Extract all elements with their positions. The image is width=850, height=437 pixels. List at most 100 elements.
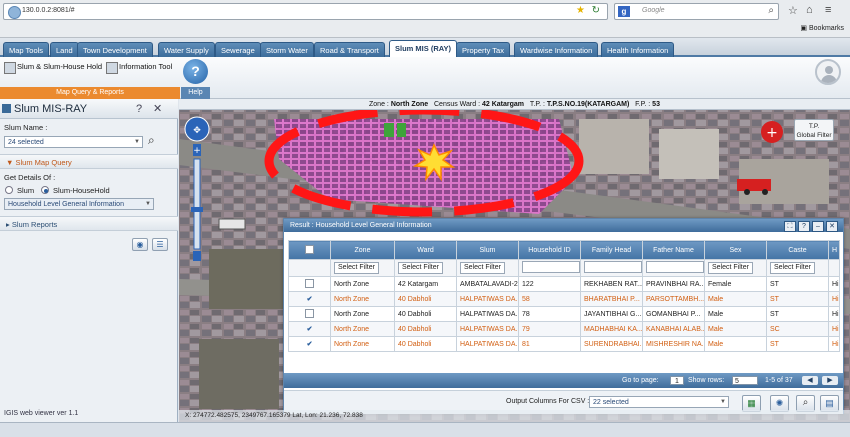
close-icon[interactable]: ✕: [153, 99, 162, 119]
search-icon[interactable]: ⌕: [148, 133, 155, 148]
select-filter-button[interactable]: Select Filter: [708, 262, 753, 274]
filter-input[interactable]: [584, 261, 642, 273]
select-filter-button[interactable]: Select Filter: [334, 262, 379, 274]
info-level-select[interactable]: Household Level General Information ▼: [4, 198, 154, 210]
next-page-button[interactable]: ▶: [822, 376, 838, 385]
radio-slum[interactable]: [5, 186, 13, 194]
row-checkbox[interactable]: [305, 278, 314, 288]
row-check-icon[interactable]: ✔: [307, 341, 313, 348]
slum-map-query-section[interactable]: ▼ Slum Map Query: [0, 154, 178, 169]
csv-columns-select[interactable]: 22 selected ▼: [589, 396, 729, 408]
select-filter-button[interactable]: Select Filter: [398, 262, 443, 274]
table-view-button[interactable]: ☰: [152, 238, 168, 251]
chevron-down-icon: ▼: [134, 139, 140, 145]
tab-land[interactable]: Land: [50, 42, 79, 58]
search-icon[interactable]: ⌕: [768, 5, 774, 16]
help-button[interactable]: ?: [183, 59, 208, 84]
zoom-slider-handle[interactable]: [191, 207, 203, 212]
column-header[interactable]: Slum: [456, 240, 519, 260]
star-list-icon[interactable]: ☆: [788, 4, 798, 17]
column-header[interactable]: Household ID: [518, 240, 581, 260]
map-query-button[interactable]: ◉: [132, 238, 148, 251]
select-all-cell[interactable]: [288, 240, 331, 260]
tab-map-tools[interactable]: Map Tools: [3, 42, 50, 58]
filter-input[interactable]: [646, 261, 704, 273]
footer-bar: [0, 422, 850, 437]
row-checkbox-cell[interactable]: [288, 276, 331, 292]
column-header[interactable]: Father Name: [642, 240, 705, 260]
tab-road-transport[interactable]: Road & Transport: [314, 42, 385, 58]
row-check-icon[interactable]: ✔: [307, 326, 313, 333]
cell-family-head: REKHABEN RAT...: [580, 276, 643, 292]
filter-input[interactable]: [522, 261, 580, 273]
table-row[interactable]: North Zone 42 Katargam AMBATALAVADI-2 12…: [288, 276, 840, 292]
user-avatar[interactable]: [815, 59, 841, 85]
column-header[interactable]: Sex: [704, 240, 767, 260]
help-icon[interactable]: ?: [798, 221, 810, 232]
table-row[interactable]: ✔ North Zone 40 Dabholi HALPATIWAS DA...…: [288, 336, 840, 352]
bookmark-star-icon[interactable]: ★: [576, 5, 585, 16]
fp-value: 53: [652, 101, 660, 108]
table-row[interactable]: North Zone 40 Dabholi HALPATIWAS DA... 7…: [288, 306, 840, 322]
row-check-icon[interactable]: ✔: [307, 296, 313, 303]
column-header[interactable]: Family Head: [580, 240, 643, 260]
tab-slum-mis[interactable]: Slum MIS (RAY): [389, 40, 457, 58]
goto-label: Go to page:: [622, 377, 659, 384]
global-filter-button[interactable]: T.P. Global Filter: [794, 119, 834, 141]
row-checkbox-cell[interactable]: [288, 306, 331, 322]
radio-household[interactable]: [41, 186, 49, 194]
refresh-icon[interactable]: ↻: [592, 5, 600, 16]
tab-sewerage[interactable]: Sewerage: [215, 42, 261, 58]
column-header[interactable]: Zone: [330, 240, 395, 260]
address-bar[interactable]: 130.0.0.2:8081/# ★ ↻: [3, 3, 608, 20]
tab-property-tax[interactable]: Property Tax: [456, 42, 510, 58]
row-checkbox-cell[interactable]: ✔: [288, 291, 331, 307]
slum-reports-section[interactable]: ▸ Slum Reports: [0, 216, 178, 231]
row-checkbox-cell[interactable]: ✔: [288, 336, 331, 352]
zoom-slider[interactable]: [193, 158, 201, 250]
home-icon[interactable]: ⌂: [806, 4, 813, 16]
tab-health-information[interactable]: Health Information: [601, 42, 675, 58]
minimize-icon[interactable]: –: [812, 221, 824, 232]
column-header[interactable]: Caste: [766, 240, 829, 260]
building-icon[interactable]: [218, 218, 246, 230]
row-checkbox[interactable]: [305, 308, 314, 318]
selected-parcel[interactable]: [397, 123, 406, 137]
cell-sex: Male: [704, 336, 767, 352]
tab-water-supply[interactable]: Water Supply: [158, 42, 215, 58]
zoom-out-button[interactable]: [193, 251, 201, 261]
zone-label: Zone :: [369, 101, 389, 108]
open-land: [199, 339, 279, 409]
select-filter-button[interactable]: Select Filter: [770, 262, 815, 274]
table-row[interactable]: ✔ North Zone 40 Dabholi HALPATIWAS DA...…: [288, 321, 840, 337]
slum-name-select[interactable]: 24 selected ▼: [4, 136, 143, 148]
slum-household-button[interactable]: Slum & Slum-House Hold: [4, 60, 102, 74]
information-tool-button[interactable]: Information Tool: [106, 60, 172, 74]
goto-page-input[interactable]: 1: [670, 376, 684, 385]
filter-cell: [828, 259, 840, 277]
select-all-checkbox[interactable]: [305, 244, 314, 254]
tab-storm-water[interactable]: Storm Water: [260, 42, 314, 58]
search-bar[interactable]: g Google ⌕: [614, 3, 779, 20]
column-header[interactable]: Ward: [394, 240, 457, 260]
bookmarks-button[interactable]: ▣ Bookmarks: [800, 24, 844, 32]
csv-columns-value: 22 selected: [593, 399, 629, 406]
filter-cell: Select Filter: [456, 259, 519, 277]
menu-icon[interactable]: ≡: [825, 4, 831, 16]
prev-page-button[interactable]: ◀: [802, 376, 818, 385]
tab-town-development[interactable]: Town Development: [77, 42, 153, 58]
table-row[interactable]: ✔ North Zone 40 Dabholi HALPATIWAS DA...…: [288, 291, 840, 307]
expand-icon[interactable]: ⛶: [784, 221, 796, 232]
chevron-down-icon: ▼: [720, 399, 726, 405]
help-icon[interactable]: ?: [136, 99, 142, 119]
column-header[interactable]: H: [828, 240, 840, 260]
show-rows-select[interactable]: 5: [732, 376, 758, 385]
row-checkbox-cell[interactable]: ✔: [288, 321, 331, 337]
selected-parcel[interactable]: [384, 123, 394, 137]
close-icon[interactable]: ✕: [826, 221, 838, 232]
cell-sex: Male: [704, 306, 767, 322]
fp-label: F.P. :: [635, 101, 651, 108]
result-title-bar[interactable]: Result : Household Level General Informa…: [284, 219, 843, 232]
select-filter-button[interactable]: Select Filter: [460, 262, 505, 274]
tab-wardwise-information[interactable]: Wardwise Information: [514, 42, 599, 58]
